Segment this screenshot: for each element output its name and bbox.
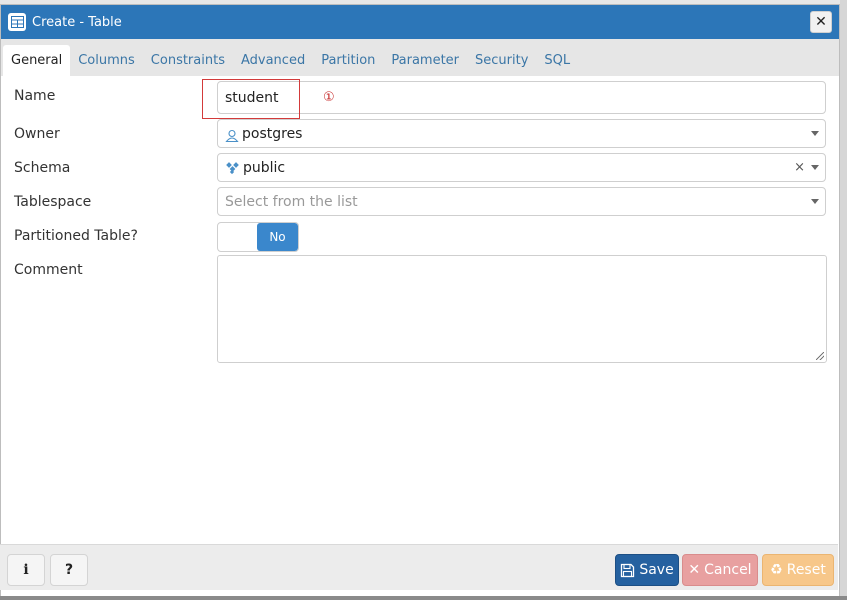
schema-label: Schema	[14, 160, 71, 176]
comment-label: Comment	[14, 262, 83, 278]
name-input[interactable]: student	[217, 81, 826, 114]
dialog-footer: i ? Save ✕ Cancel ♻ Reset	[0, 544, 838, 590]
owner-label: Owner	[14, 126, 60, 142]
comment-textarea[interactable]	[217, 255, 827, 363]
table-icon	[8, 13, 26, 31]
tab-constraints[interactable]: Constraints	[143, 45, 233, 76]
tab-columns[interactable]: Columns	[70, 45, 143, 76]
tablespace-select[interactable]: Select from the list	[217, 187, 826, 216]
tab-bar: General Columns Constraints Advanced Par…	[1, 39, 839, 76]
tab-general[interactable]: General	[3, 45, 71, 76]
tab-parameter[interactable]: Parameter	[383, 45, 467, 76]
reset-label: Reset	[786, 562, 826, 578]
save-button[interactable]: Save	[615, 554, 679, 586]
tab-security[interactable]: Security	[467, 45, 536, 76]
help-button[interactable]: ?	[50, 554, 88, 586]
cancel-button[interactable]: ✕ Cancel	[682, 554, 758, 586]
owner-value: postgres	[242, 125, 303, 142]
annotation-marker: ①	[323, 90, 335, 105]
schema-icon	[225, 160, 240, 175]
window-bottom-edge	[0, 596, 847, 600]
tab-advanced[interactable]: Advanced	[233, 45, 313, 76]
cancel-label: Cancel	[704, 562, 752, 578]
window-edge	[840, 0, 847, 600]
dialog-title: Create - Table	[32, 14, 122, 30]
tab-sql[interactable]: SQL	[536, 45, 578, 76]
chevron-down-icon[interactable]	[811, 131, 819, 136]
toggle-state: No	[257, 223, 298, 251]
clear-icon[interactable]: ×	[794, 160, 805, 175]
title-bar[interactable]: Create - Table ✕	[1, 5, 839, 39]
close-icon: ✕	[688, 562, 701, 578]
user-icon	[225, 129, 239, 142]
chevron-down-icon[interactable]	[811, 165, 819, 170]
partitioned-toggle[interactable]: No	[217, 222, 299, 252]
chevron-down-icon[interactable]	[811, 199, 819, 204]
tablespace-label: Tablespace	[14, 194, 92, 210]
tab-partition[interactable]: Partition	[313, 45, 383, 76]
help-icon: ?	[64, 562, 74, 578]
schema-value: public	[243, 159, 286, 176]
save-icon	[620, 563, 635, 578]
name-value: student	[225, 89, 279, 106]
tablespace-placeholder: Select from the list	[225, 193, 358, 210]
resize-handle-icon[interactable]	[816, 352, 824, 360]
close-button[interactable]: ✕	[810, 11, 832, 33]
recycle-icon: ♻	[770, 562, 783, 578]
save-label: Save	[639, 562, 674, 578]
reset-button[interactable]: ♻ Reset	[762, 554, 834, 586]
schema-select[interactable]: public ×	[217, 153, 826, 182]
close-icon: ✕	[815, 14, 827, 30]
info-icon: i	[23, 562, 29, 578]
info-button[interactable]: i	[7, 554, 45, 586]
owner-select[interactable]: postgres	[217, 119, 826, 148]
name-label: Name	[14, 88, 56, 104]
partitioned-label: Partitioned Table?	[14, 228, 138, 244]
